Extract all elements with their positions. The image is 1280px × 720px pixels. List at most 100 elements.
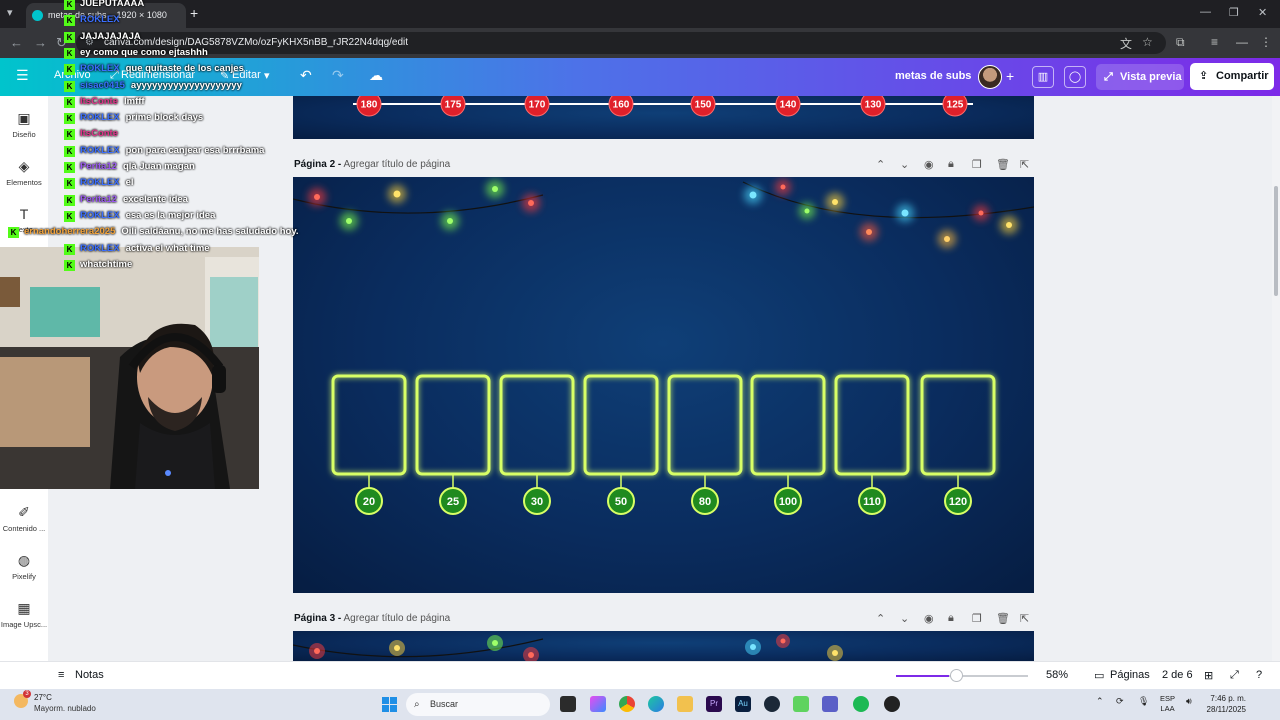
duplicate-page-icon[interactable]: ❐ xyxy=(972,612,982,625)
media-icon[interactable]: — xyxy=(1236,35,1248,49)
bookmark-star-icon[interactable]: ☆ xyxy=(1142,35,1153,49)
redo-icon[interactable]: ↷ xyxy=(332,67,344,84)
file-explorer-icon[interactable] xyxy=(677,696,693,712)
preview-button[interactable]: ⤢ Vista previa xyxy=(1096,64,1184,90)
undo-icon[interactable]: ↶ xyxy=(300,67,312,84)
add-page-icon[interactable]: ⇱ xyxy=(1020,612,1029,625)
goal-number: 20 xyxy=(363,496,375,508)
page-3-canvas[interactable] xyxy=(293,631,1034,661)
back-icon[interactable]: ← xyxy=(10,35,23,50)
page-3-title-input[interactable]: Agregar título de página xyxy=(343,613,450,624)
audition-icon[interactable]: Au xyxy=(735,696,751,712)
comment-icon[interactable]: ◯ xyxy=(1064,66,1086,88)
translate-icon[interactable]: 文 xyxy=(1120,35,1132,52)
page-down-icon[interactable]: ⌄ xyxy=(900,612,909,625)
rail-label: Diseño xyxy=(12,130,36,139)
lock-page-icon[interactable]: 🔒︎ xyxy=(948,612,954,625)
rail-item-pixelify[interactable]: ◍ Pixelify xyxy=(0,552,48,581)
menu-redimensionar[interactable]: Redimensionar xyxy=(121,69,195,81)
task-view-icon[interactable] xyxy=(560,696,576,712)
temperature: 27°C xyxy=(34,693,52,702)
microphone-icon[interactable]: 🎙︎ xyxy=(1138,696,1149,707)
app-cup-icon[interactable] xyxy=(793,696,809,712)
steam-icon[interactable] xyxy=(764,696,780,712)
windows-start-icon[interactable] xyxy=(382,697,397,712)
premiere-pro-icon[interactable]: Pr xyxy=(706,696,722,712)
new-tab-icon[interactable]: + xyxy=(190,5,198,21)
taskbar-search[interactable]: ⌕ Buscar xyxy=(406,693,550,716)
rail-item-texto[interactable]: T Texto xyxy=(0,206,48,234)
zoom-level[interactable]: 58% xyxy=(1046,669,1068,681)
share-upload-icon: ⇪ xyxy=(1199,70,1209,82)
duplicate-page-icon[interactable]: ❐ xyxy=(972,158,982,171)
hide-page-icon[interactable]: ◉ xyxy=(924,612,934,625)
tab-search-icon[interactable]: ▾ xyxy=(7,6,13,19)
cloud-saved-icon[interactable]: ☁ xyxy=(369,67,383,84)
hide-page-icon[interactable]: ◉ xyxy=(924,158,934,171)
rail-item-contenido[interactable]: ✐ Contenido ... xyxy=(0,504,48,533)
workspace-scrollbar[interactable] xyxy=(1272,96,1280,661)
page-2-canvas[interactable]: 20 25 30 50 80 100 110 120 xyxy=(293,177,1034,593)
lang-bottom: LAA xyxy=(1160,704,1175,713)
add-page-icon[interactable]: ⇱ xyxy=(1020,158,1029,171)
close-window-icon[interactable]: ✕ xyxy=(1258,6,1267,19)
scrollbar-thumb[interactable] xyxy=(1274,186,1278,296)
insights-chart-icon[interactable]: ▥ xyxy=(1032,66,1054,88)
resize-icon[interactable]: ⤢ xyxy=(110,69,119,82)
language-indicator[interactable]: ESP LAA xyxy=(1160,694,1175,714)
forward-icon[interactable]: → xyxy=(34,35,47,50)
site-info-icon[interactable]: ⚙ xyxy=(85,32,94,54)
menu-editar[interactable]: Editar xyxy=(232,69,261,81)
text-icon: T xyxy=(19,206,29,222)
design-title[interactable]: metas de subs xyxy=(895,70,971,82)
tray-sync-icon[interactable]: ⟳ xyxy=(1116,696,1124,707)
tray-chevron-icon[interactable]: ⌃ xyxy=(1096,696,1104,707)
notes-icon[interactable]: ≡ xyxy=(58,669,64,681)
rail-label: Elementos xyxy=(6,178,42,187)
minimize-icon[interactable]: — xyxy=(1200,6,1211,18)
teams-icon[interactable] xyxy=(822,696,838,712)
user-avatar[interactable] xyxy=(978,65,1002,89)
notes-button[interactable]: Notas xyxy=(75,669,104,681)
spotify-icon[interactable] xyxy=(853,696,869,712)
hamburger-menu-icon[interactable]: ☰ xyxy=(16,67,29,84)
page-1-canvas[interactable]: 180 175 170 160 150 140 130 125 xyxy=(293,96,1034,139)
page-up-icon[interactable]: ⌃ xyxy=(876,612,885,625)
delete-page-icon[interactable]: 🗑︎ xyxy=(996,158,1010,171)
page-down-icon[interactable]: ⌄ xyxy=(900,158,909,171)
add-collaborator-icon[interactable]: + xyxy=(1006,68,1014,84)
browser-menu-icon[interactable]: ⋮ xyxy=(1260,35,1272,49)
volume-icon[interactable]: 🔊︎ xyxy=(1186,696,1192,707)
page-2-title-input[interactable]: Agregar título de página xyxy=(343,159,450,170)
pages-button[interactable]: Páginas xyxy=(1110,669,1150,681)
pages-icon[interactable]: ▭ xyxy=(1094,669,1104,682)
address-bar[interactable]: ⚙ canva.com/design/DAG5878VZMo/ozFyKHX5n… xyxy=(76,32,1166,54)
rail-item-elementos[interactable]: ◈ Elementos xyxy=(0,158,48,187)
zoom-slider-handle[interactable] xyxy=(950,669,963,682)
lock-page-icon[interactable]: 🔒︎ xyxy=(948,158,954,171)
rail-item-diseno[interactable]: ▣ Diseño xyxy=(0,110,48,139)
goal-marker-red: 160 xyxy=(608,96,634,117)
browser-tab[interactable]: metas de subs – 1920 × 1080 xyxy=(26,3,186,28)
clock[interactable]: 7:46 p. m. 28/11/2025 xyxy=(1196,693,1246,715)
delete-page-icon[interactable]: 🗑︎ xyxy=(996,612,1010,625)
reload-icon[interactable]: ↻ xyxy=(56,35,67,51)
grid-view-icon[interactable]: ⊞ xyxy=(1204,669,1213,682)
share-button[interactable]: ⇪ Compartir xyxy=(1190,63,1274,90)
page-up-icon[interactable]: ⌃ xyxy=(876,158,885,171)
obs-icon[interactable] xyxy=(884,696,900,712)
menu-archivo[interactable]: Archivo xyxy=(54,69,91,81)
extensions-icon[interactable]: ⧉ xyxy=(1176,35,1185,50)
chrome-icon[interactable] xyxy=(619,696,635,712)
copilot-icon[interactable] xyxy=(590,696,606,712)
fullscreen-icon[interactable]: ⤢ xyxy=(1230,669,1239,682)
rail-item-image-upscaler[interactable]: ▦ Image Upsc... xyxy=(0,600,48,629)
help-icon[interactable]: ? xyxy=(1256,669,1262,681)
maximize-icon[interactable]: ❐ xyxy=(1229,6,1239,19)
chevron-down-icon[interactable]: ▾ xyxy=(264,69,270,82)
edge-icon[interactable] xyxy=(648,696,664,712)
edit-pencil-icon[interactable]: ✎ xyxy=(220,69,229,82)
goal-number: 150 xyxy=(695,100,712,111)
reading-list-icon[interactable]: ≡ xyxy=(1211,35,1218,49)
goal-marker-green: 25 xyxy=(439,487,467,515)
